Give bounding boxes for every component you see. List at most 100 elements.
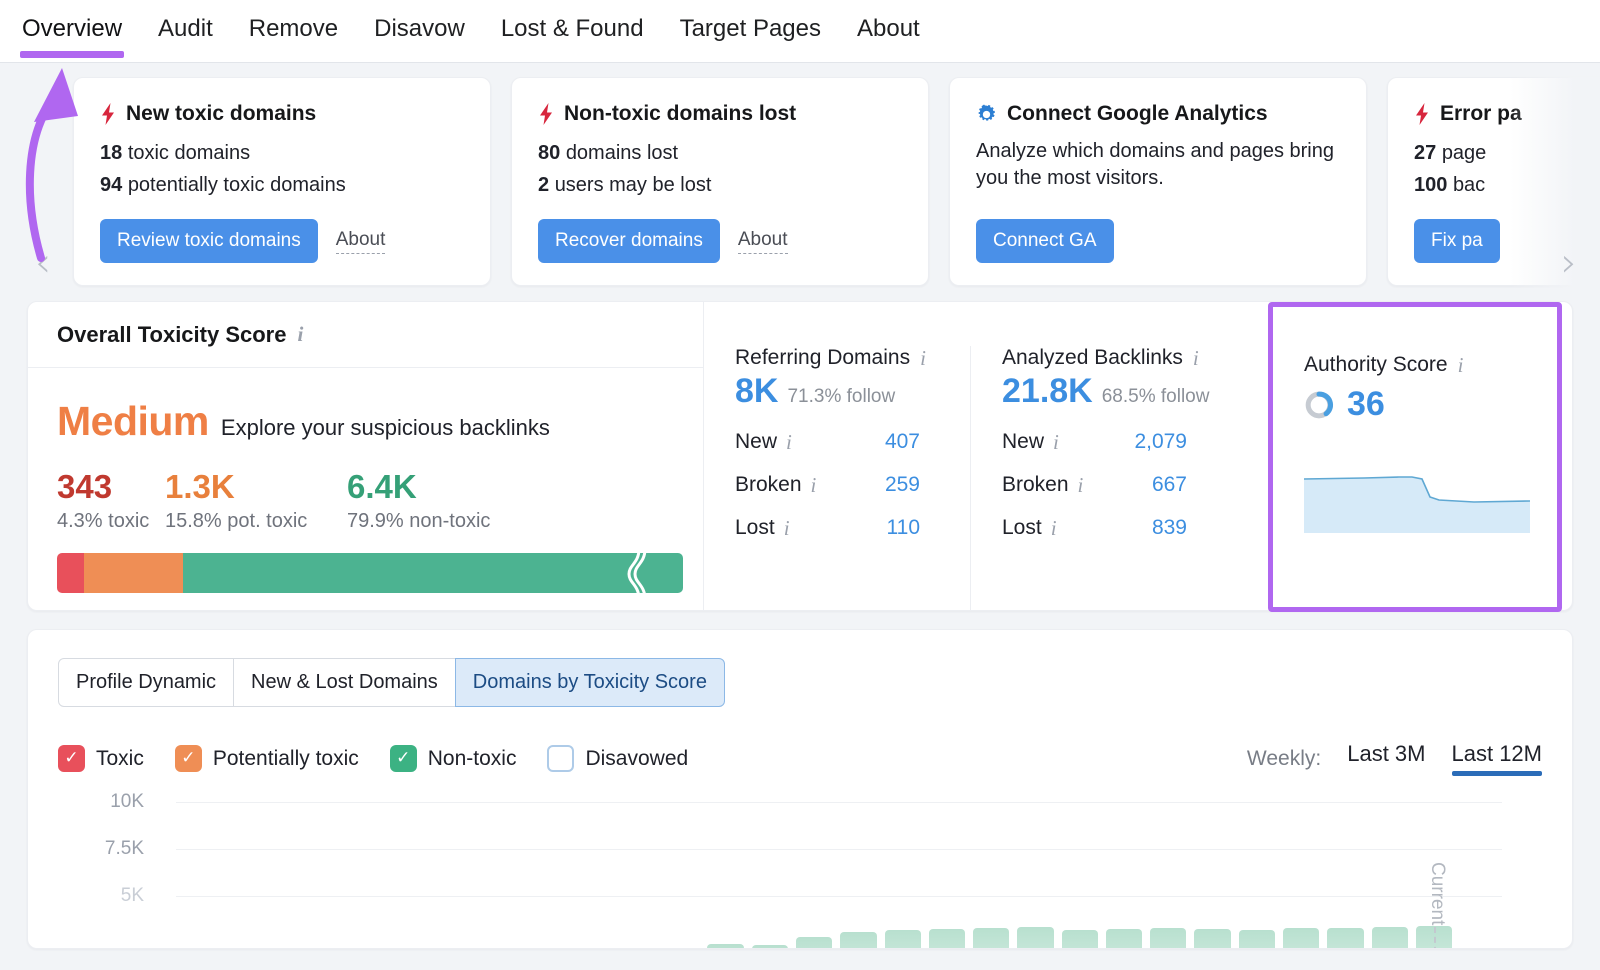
authority-value-row: 36	[1304, 385, 1557, 424]
legend-item-potentially-toxic[interactable]: ✓ Potentially toxic	[175, 745, 359, 772]
chart-bar[interactable]	[1062, 930, 1098, 949]
chart-bar[interactable]	[885, 930, 921, 949]
tab-disavow[interactable]: Disavow	[374, 14, 465, 44]
metric-row-broken: Broken i 667	[1002, 473, 1187, 497]
card-metric-value: 18	[100, 142, 122, 164]
chart-bar[interactable]	[707, 944, 743, 949]
chart-range-controls: Weekly: Last 3M Last 12M	[1247, 741, 1542, 776]
row-label: Broken	[1002, 473, 1069, 497]
gridline	[176, 802, 1502, 803]
tab-remove[interactable]: Remove	[249, 14, 338, 44]
chart-bar[interactable]	[663, 949, 699, 950]
toxicity-stat-non-toxic: 6.4K 79.9% non-toxic	[347, 467, 547, 533]
tab-domains-by-toxicity-score[interactable]: Domains by Toxicity Score	[455, 658, 725, 707]
chart-bar[interactable]	[1283, 928, 1319, 949]
info-icon[interactable]: i	[1053, 432, 1059, 453]
row-value[interactable]: 110	[887, 516, 920, 540]
chart-legend: ✓ Toxic ✓ Potentially toxic ✓ Non-toxic …	[58, 741, 1542, 776]
range-last-12m[interactable]: Last 12M	[1452, 741, 1543, 776]
chart-bar[interactable]	[1106, 929, 1142, 949]
chart-bar[interactable]	[1239, 930, 1275, 949]
current-marker-line	[1434, 927, 1436, 949]
checkbox-checked-icon[interactable]: ✓	[390, 745, 417, 772]
chart-bar[interactable]	[840, 932, 876, 949]
carousel-next-chevron-right-icon[interactable]: ›	[1556, 241, 1582, 285]
bolt-icon	[538, 103, 554, 125]
info-icon[interactable]: i	[920, 348, 926, 369]
about-link[interactable]: About	[336, 229, 386, 254]
card-metric-value: 80	[538, 142, 560, 164]
toxicity-grade: Medium Explore your suspicious backlinks	[57, 398, 674, 445]
card-metric-line-2: 100 bac	[1414, 170, 1600, 200]
metric-value[interactable]: 8K	[735, 372, 778, 411]
card-metric-value: 94	[100, 174, 122, 196]
chart-bar[interactable]	[1372, 927, 1408, 949]
tab-overview[interactable]: Overview	[22, 14, 122, 44]
tab-profile-dynamic[interactable]: Profile Dynamic	[58, 658, 234, 707]
card-actions: Recover domains About	[538, 219, 788, 263]
legend-item-disavowed[interactable]: Disavowed	[547, 745, 688, 772]
recover-domains-button[interactable]: Recover domains	[538, 219, 720, 263]
metric-value[interactable]: 21.8K	[1002, 372, 1093, 411]
row-value[interactable]: 667	[1152, 473, 1187, 497]
row-value[interactable]: 407	[885, 430, 920, 454]
info-icon[interactable]: i	[786, 432, 792, 453]
card-metric-line-2: 94 potentially toxic domains	[100, 170, 464, 200]
tab-target-pages[interactable]: Target Pages	[680, 14, 821, 44]
card-header: Error pa	[1414, 102, 1600, 126]
connect-ga-button[interactable]: Connect GA	[976, 219, 1114, 263]
y-axis-tick: 5K	[58, 885, 144, 907]
chart-bar[interactable]	[1194, 929, 1230, 949]
info-icon[interactable]: i	[811, 475, 817, 496]
chart-bar[interactable]	[973, 928, 1009, 949]
donut-gauge-icon	[1304, 390, 1334, 420]
chart-bar[interactable]	[752, 945, 788, 949]
chart-bar[interactable]	[796, 937, 832, 949]
card-metric-value: 100	[1414, 174, 1447, 196]
main-tab-bar: Overview Audit Remove Disavow Lost & Fou…	[0, 0, 1600, 63]
toxicity-stat-potentially-toxic: 1.3K 15.8% pot. toxic	[165, 467, 347, 533]
y-axis-tick: 7.5K	[58, 838, 144, 860]
tab-lost-and-found[interactable]: Lost & Found	[501, 14, 644, 44]
info-icon[interactable]: i	[1051, 518, 1057, 539]
info-icon[interactable]: i	[297, 324, 303, 345]
review-toxic-domains-button[interactable]: Review toxic domains	[100, 219, 318, 263]
legend-label: Disavowed	[585, 747, 688, 771]
tab-new-and-lost-domains[interactable]: New & Lost Domains	[233, 658, 456, 707]
row-value[interactable]: 839	[1152, 516, 1187, 540]
info-icon[interactable]: i	[1078, 475, 1084, 496]
fix-pages-button[interactable]: Fix pa	[1414, 219, 1500, 263]
carousel-prev-chevron-left-icon[interactable]: ‹	[30, 241, 56, 285]
info-icon[interactable]: i	[784, 518, 790, 539]
info-icon[interactable]: i	[1458, 355, 1464, 376]
checkbox-unchecked-icon[interactable]	[547, 745, 574, 772]
info-icon[interactable]: i	[1193, 348, 1199, 369]
chart-bar[interactable]	[1150, 928, 1186, 949]
chart-bar[interactable]	[1017, 927, 1053, 949]
authority-score-value[interactable]: 36	[1347, 385, 1385, 424]
toxicity-stat-toxic: 343 4.3% toxic	[57, 467, 165, 533]
chart-bar[interactable]	[530, 949, 566, 950]
range-last-3m[interactable]: Last 3M	[1347, 741, 1425, 776]
card-actions: Fix pa	[1414, 219, 1500, 263]
tab-about[interactable]: About	[857, 14, 920, 44]
toxicity-breakdown: 343 4.3% toxic 1.3K 15.8% pot. toxic 6.4…	[57, 467, 674, 533]
about-link[interactable]: About	[738, 229, 788, 254]
row-value[interactable]: 2,079	[1134, 430, 1187, 454]
legend-item-non-toxic[interactable]: ✓ Non-toxic	[390, 745, 517, 772]
checkbox-checked-icon[interactable]: ✓	[175, 745, 202, 772]
checkbox-checked-icon[interactable]: ✓	[58, 745, 85, 772]
domains-chart-card: Profile Dynamic New & Lost Domains Domai…	[27, 629, 1573, 949]
row-label: Lost	[735, 516, 775, 540]
tab-audit[interactable]: Audit	[158, 14, 213, 44]
card-metric-line-2: 2 users may be lost	[538, 170, 902, 200]
metric-row-new: New i 2,079	[1002, 430, 1187, 454]
row-value[interactable]: 259	[885, 473, 920, 497]
card-metric-line-1: 27 page	[1414, 138, 1600, 168]
summary-panel: Overall Toxicity Score i Medium Explore …	[27, 301, 1573, 611]
stat-value: 1.3K	[165, 467, 347, 507]
legend-item-toxic[interactable]: ✓ Toxic	[58, 745, 144, 772]
metric-referring-domains: Referring Domains i 8K 71.3% follow New …	[704, 346, 970, 610]
chart-bar[interactable]	[1327, 928, 1363, 949]
chart-bar[interactable]	[929, 929, 965, 949]
